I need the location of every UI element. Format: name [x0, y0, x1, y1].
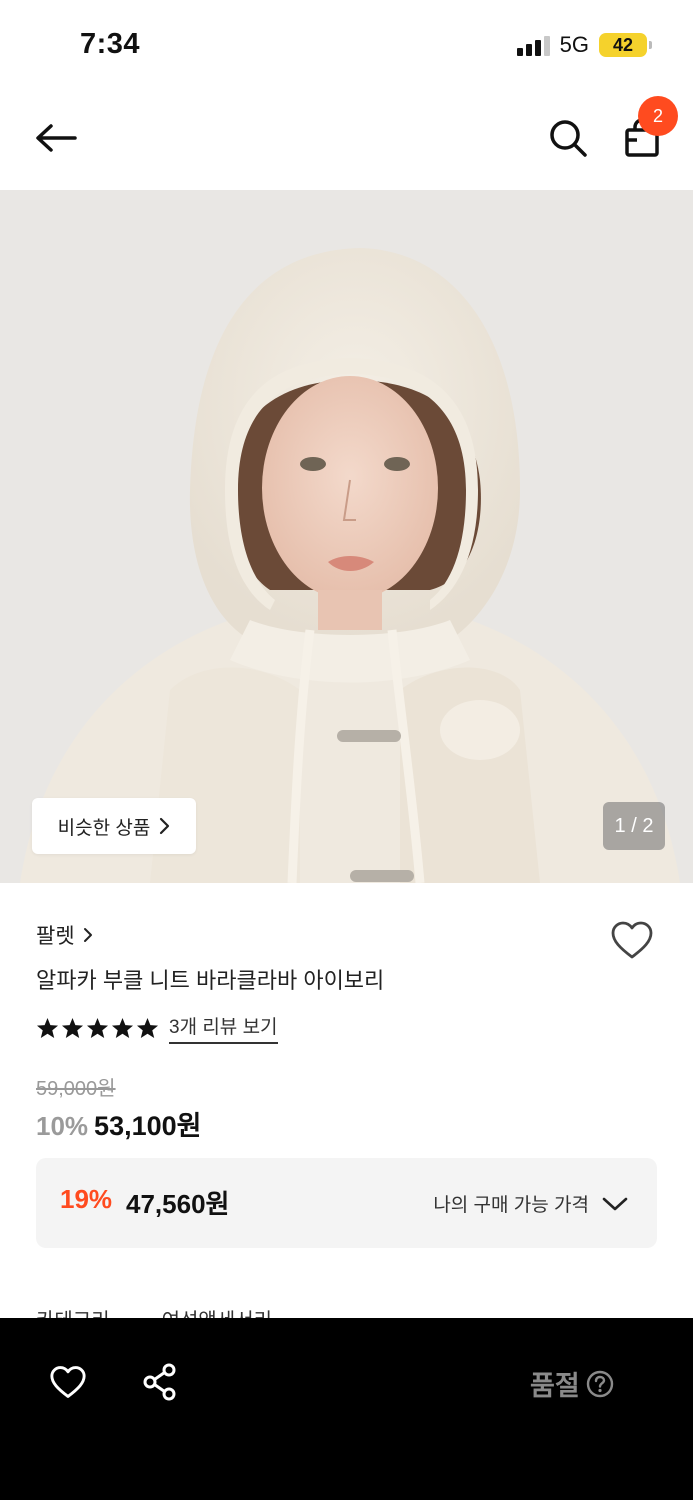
sold-out-label: 품절	[530, 1371, 580, 1401]
expand-toggle[interactable]	[599, 1188, 631, 1220]
rating-row: 3개 리뷰 보기	[36, 1012, 278, 1044]
product-name: 알파카 부클 니트 바라클라바 아이보리	[36, 968, 385, 993]
status-indicators: 5G 42	[516, 32, 652, 58]
star-icon	[111, 1017, 134, 1039]
my-price: 47,560원	[126, 1189, 230, 1219]
status-bar: 7:34 5G 42	[0, 0, 693, 90]
bottom-wishlist-button[interactable]	[44, 1358, 92, 1406]
heart-icon	[611, 921, 653, 959]
star-icon	[86, 1017, 109, 1039]
star-icon	[136, 1017, 159, 1039]
similar-products-button[interactable]: 비슷한 상품	[32, 798, 196, 854]
my-price-label: 나의 구매 가능 가격	[433, 1195, 589, 1216]
share-icon	[143, 1363, 176, 1401]
brand-link[interactable]: 팔렛	[36, 920, 93, 950]
heart-icon	[50, 1366, 86, 1398]
wishlist-button[interactable]	[608, 916, 656, 964]
back-arrow-icon	[36, 124, 77, 152]
product-photo	[0, 190, 693, 883]
cart-count-badge: 2	[638, 96, 678, 136]
my-discount-rate: 19%	[60, 1184, 113, 1214]
similar-products-label: 비슷한 상품	[57, 817, 151, 839]
sale-price: 53,100원	[94, 1111, 202, 1141]
price-row: 10% 53,100원	[36, 1104, 201, 1143]
rating-stars	[36, 1017, 159, 1039]
search-button[interactable]	[540, 110, 596, 166]
status-time: 7:34	[80, 28, 141, 60]
reviews-link[interactable]: 3개 리뷰 보기	[169, 1012, 278, 1044]
star-icon	[61, 1017, 84, 1039]
network-type: 5G	[559, 32, 589, 57]
my-price-box[interactable]: 19% 47,560원 나의 구매 가능 가격	[36, 1158, 657, 1248]
chevron-right-icon	[83, 928, 92, 942]
discount-rate: 10%	[36, 1111, 89, 1141]
original-price: 59,000원	[36, 1078, 116, 1100]
chevron-right-icon	[160, 817, 170, 835]
chevron-down-icon	[602, 1197, 628, 1211]
top-nav	[0, 90, 693, 190]
battery-level: 42	[612, 34, 634, 55]
bottom-action-bar: 품절	[0, 1318, 693, 1500]
image-page-indicator: 1 / 2	[603, 802, 665, 850]
signal-icon	[516, 34, 550, 56]
battery-icon: 42	[599, 33, 652, 57]
sold-out-status: 품절	[530, 1364, 614, 1403]
brand-name: 팔렛	[36, 925, 75, 948]
product-image-gallery[interactable]: 비슷한 상품 1 / 2	[0, 190, 693, 883]
back-button[interactable]	[26, 110, 86, 166]
star-icon	[36, 1017, 59, 1039]
share-button[interactable]	[136, 1358, 184, 1406]
question-icon[interactable]	[586, 1370, 614, 1398]
search-icon	[550, 120, 587, 157]
